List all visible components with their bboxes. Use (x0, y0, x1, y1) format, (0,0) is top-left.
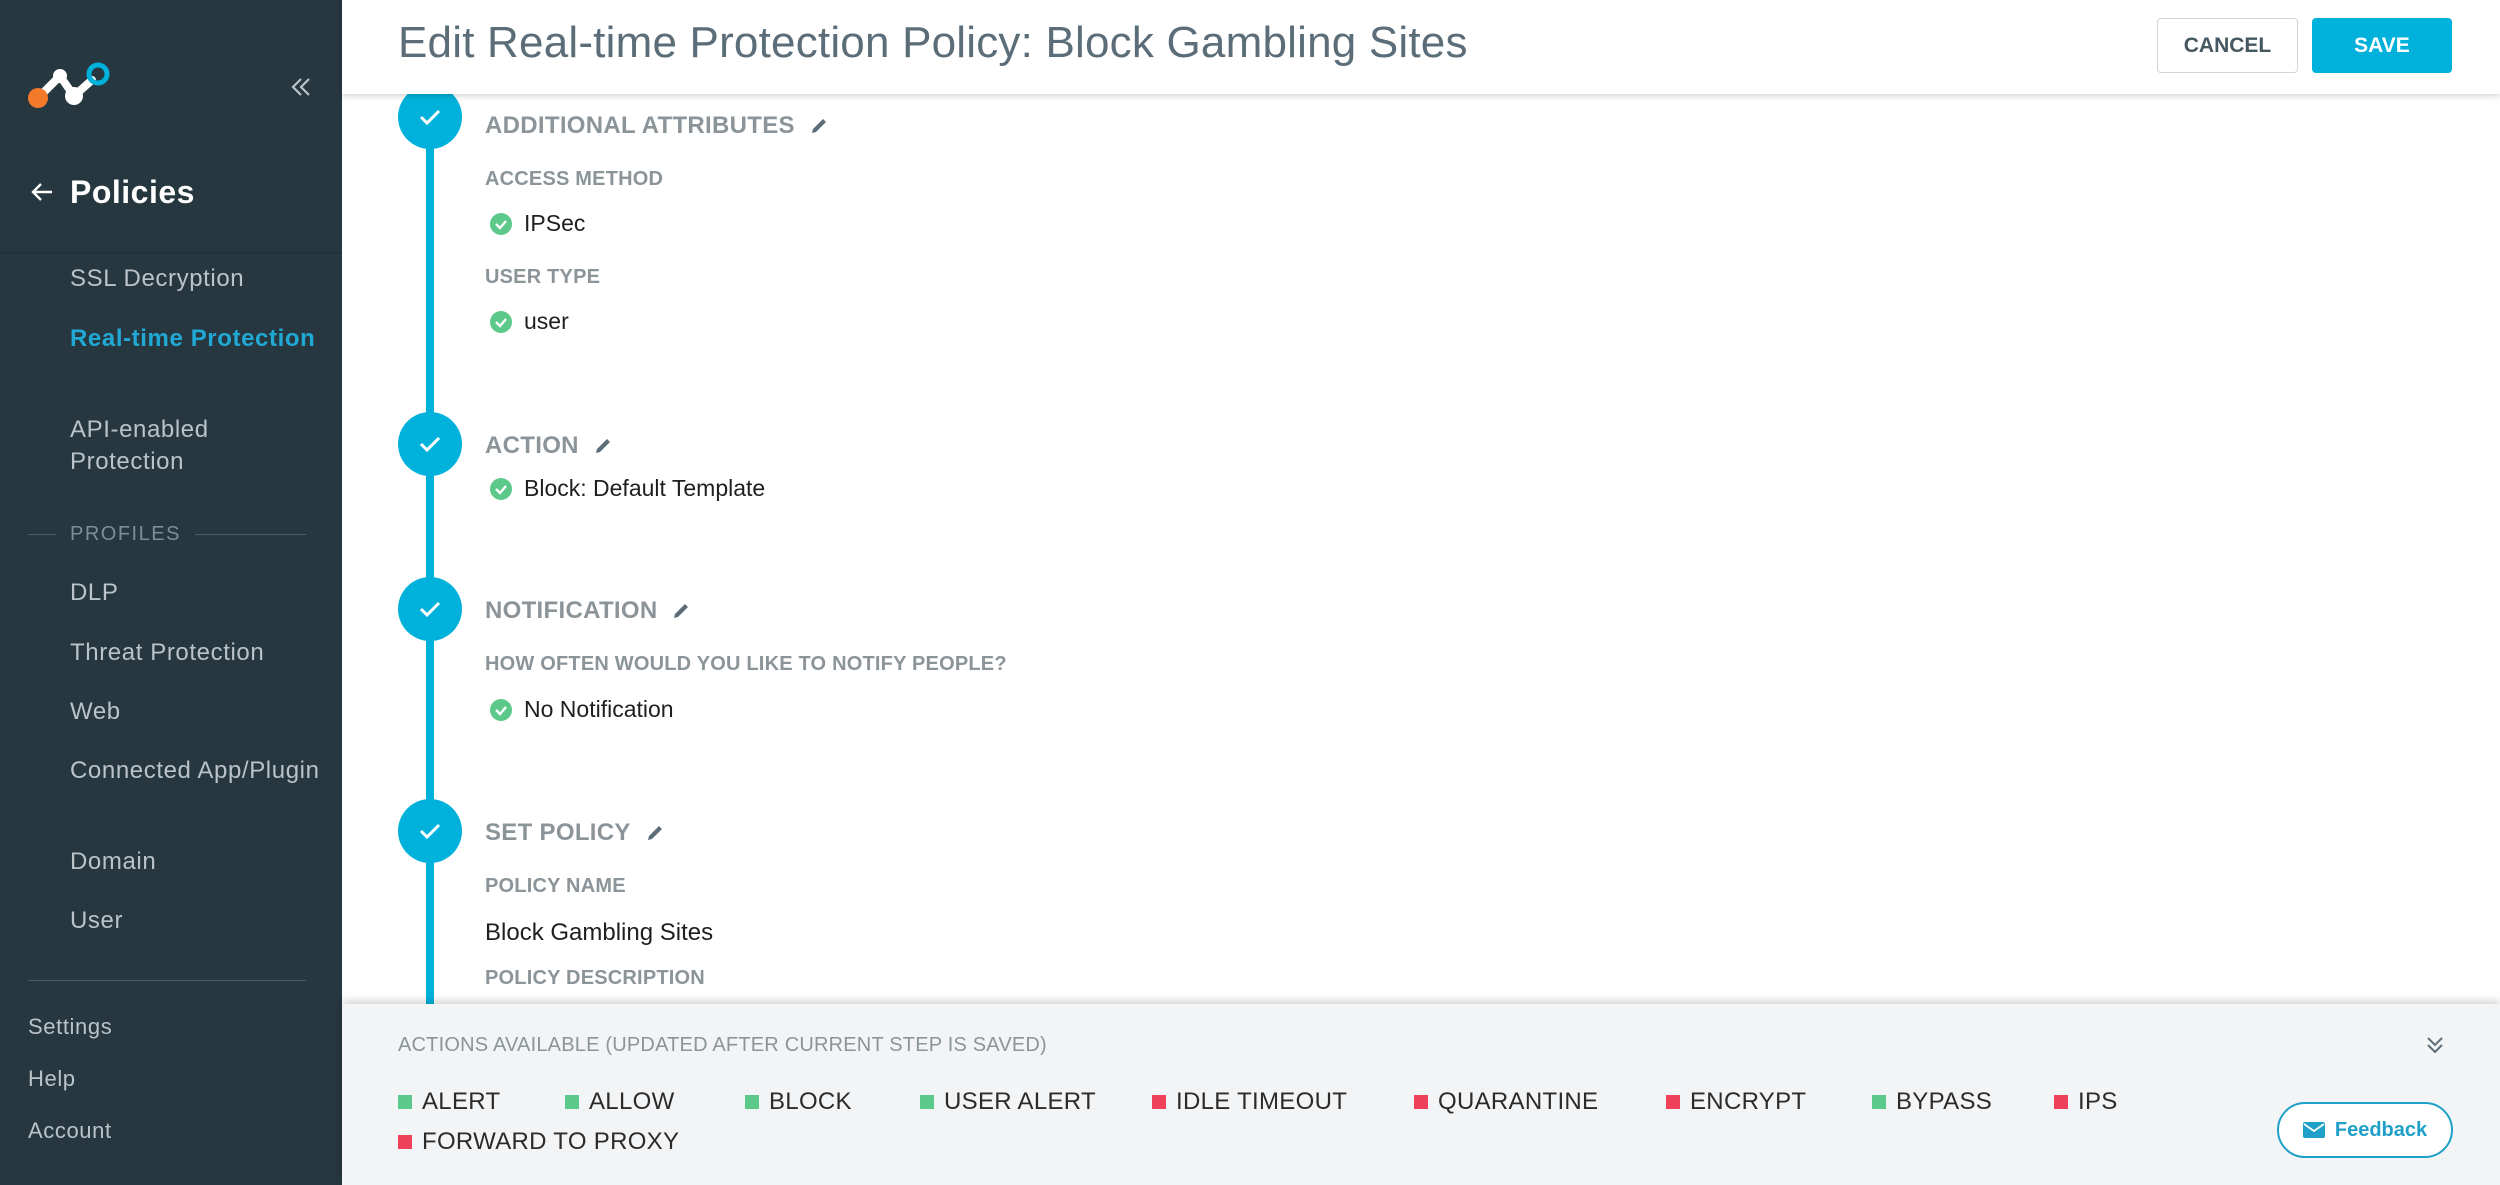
action-chip: USER ALERT (920, 1088, 1096, 1116)
sidebar-item-web[interactable]: Web (70, 696, 320, 728)
action-chip: BYPASS (1872, 1088, 1992, 1116)
sidebar-settings[interactable]: Settings (28, 1014, 112, 1040)
page-title: Edit Real-time Protection Policy: Block … (398, 18, 1468, 67)
status-unavailable-icon (1414, 1095, 1428, 1109)
status-available-icon (565, 1095, 579, 1109)
double-chevron-down-icon[interactable] (2422, 1032, 2448, 1058)
step-title-action: ACTION (485, 432, 613, 460)
sidebar-item-ssl-decryption[interactable]: SSL Decryption (70, 263, 320, 295)
sidebar-item-threat-protection[interactable]: Threat Protection (70, 637, 320, 669)
step-title-set-policy: SET POLICY (485, 819, 665, 847)
sidebar-item-user[interactable]: User (70, 905, 320, 937)
access-method-value: IPSec (490, 210, 585, 237)
pencil-icon[interactable] (671, 601, 691, 621)
actions-available-panel: ACTIONS AVAILABLE (UPDATED AFTER CURRENT… (342, 1004, 2500, 1185)
check-circle-icon (490, 477, 512, 500)
step-complete-check-icon (398, 94, 462, 149)
policy-name-value: Block Gambling Sites (485, 919, 714, 946)
step-title-notification: NOTIFICATION (485, 597, 691, 625)
sidebar-account[interactable]: Account (28, 1118, 112, 1144)
page-header: Edit Real-time Protection Policy: Block … (342, 0, 2500, 94)
sidebar-scroll-fade (0, 950, 342, 980)
action-chip: FORWARD TO PROXY (398, 1128, 679, 1156)
step-complete-check-icon (398, 412, 462, 476)
arrow-left-icon (31, 183, 52, 201)
action-chip: ALERT (398, 1088, 500, 1116)
sidebar-bottom-divider (28, 980, 306, 981)
action-chip: ENCRYPT (1666, 1088, 1806, 1116)
sidebar-help[interactable]: Help (28, 1066, 76, 1092)
envelope-icon (2302, 1122, 2325, 1138)
sidebar-item-connected-app-plugin[interactable]: Connected App/Plugin (70, 755, 320, 787)
feedback-button[interactable]: Feedback (2277, 1102, 2453, 1158)
collapse-sidebar-icon[interactable] (286, 72, 316, 102)
status-available-icon (920, 1095, 934, 1109)
app-logo[interactable] (26, 62, 116, 114)
status-unavailable-icon (398, 1135, 412, 1149)
notification-question-label: HOW OFTEN WOULD YOU LIKE TO NOTIFY PEOPL… (485, 653, 1007, 675)
notification-value: No Notification (490, 696, 674, 723)
user-type-label: USER TYPE (485, 266, 601, 288)
sidebar-item-real-time-protection[interactable]: Real-time Protection (70, 323, 320, 355)
status-available-icon (745, 1095, 759, 1109)
check-circle-icon (490, 698, 512, 721)
step-title-additional-attributes: ADDITIONAL ATTRIBUTES (485, 112, 829, 140)
check-circle-icon (490, 212, 512, 235)
sidebar-divider (0, 252, 342, 254)
action-value: Block: Default Template (490, 475, 765, 502)
action-chip: ALLOW (565, 1088, 675, 1116)
pencil-icon[interactable] (593, 436, 613, 456)
status-available-icon (398, 1095, 412, 1109)
status-unavailable-icon (1666, 1095, 1680, 1109)
status-available-icon (1872, 1095, 1886, 1109)
profiles-section-label: PROFILES (28, 520, 306, 548)
action-chip: IDLE TIMEOUT (1152, 1088, 1347, 1116)
status-unavailable-icon (1152, 1095, 1166, 1109)
sidebar-item-api-enabled-protection[interactable]: API-enabled Protection (70, 414, 320, 478)
policy-description-label: POLICY DESCRIPTION (485, 967, 705, 989)
pencil-icon[interactable] (645, 823, 665, 843)
save-button[interactable]: SAVE (2312, 18, 2452, 73)
pencil-icon[interactable] (809, 116, 829, 136)
action-chip: IPS (2054, 1088, 2118, 1116)
access-method-label: ACCESS METHOD (485, 168, 664, 190)
actions-panel-title: ACTIONS AVAILABLE (UPDATED AFTER CURRENT… (398, 1034, 1047, 1056)
action-chip: BLOCK (745, 1088, 852, 1116)
cancel-button[interactable]: CANCEL (2157, 18, 2298, 73)
timeline-line (426, 94, 434, 1004)
sidebar-title: Policies (70, 173, 195, 210)
action-chip: QUARANTINE (1414, 1088, 1598, 1116)
sidebar-item-domain[interactable]: Domain (70, 846, 320, 878)
user-type-value: user (490, 308, 569, 335)
step-complete-check-icon (398, 799, 462, 863)
step-complete-check-icon (398, 577, 462, 641)
sidebar-item-dlp[interactable]: DLP (70, 577, 320, 609)
policy-name-label: POLICY NAME (485, 875, 626, 897)
check-circle-icon (490, 310, 512, 333)
back-to-policies[interactable]: Policies (28, 168, 195, 216)
sidebar: Policies SSL Decryption Real-time Protec… (0, 0, 342, 1185)
policy-steps: ADDITIONAL ATTRIBUTES ACCESS METHOD IPSe… (342, 94, 2500, 1004)
status-unavailable-icon (2054, 1095, 2068, 1109)
